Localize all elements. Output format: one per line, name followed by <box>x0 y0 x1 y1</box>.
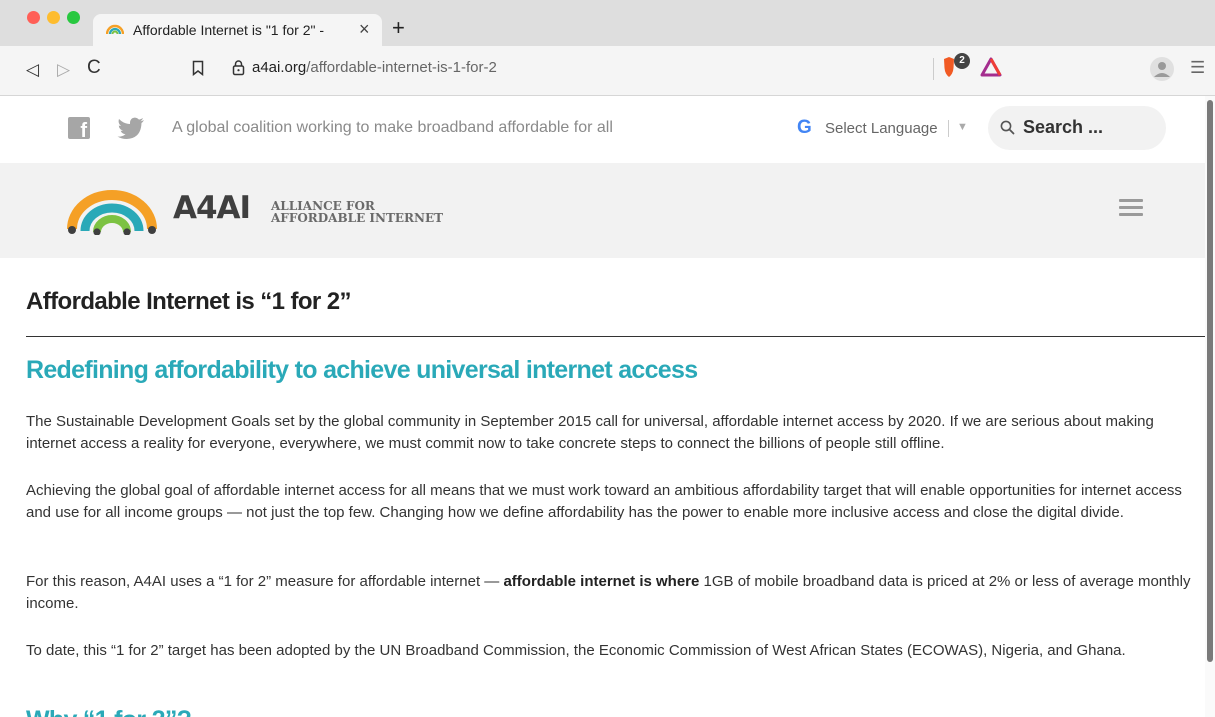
google-translate-icon: G <box>797 117 812 138</box>
language-divider <box>948 120 949 137</box>
facebook-icon[interactable]: f <box>68 117 90 141</box>
paragraph-1: The Sustainable Development Goals set by… <box>26 413 1154 452</box>
page-title: Affordable Internet is “1 for 2” <box>26 288 351 315</box>
site-search-box[interactable]: Search ... <box>988 106 1166 150</box>
minimize-window-button[interactable] <box>47 11 60 24</box>
browser-tab-bar: Affordable Internet is "1 for 2" - × + <box>0 0 1215 46</box>
person-icon <box>1154 62 1170 77</box>
browser-menu-icon[interactable]: ☰ <box>1190 59 1205 77</box>
lock-icon[interactable] <box>232 59 245 76</box>
paragraph-3-text-a: For this reason, A4AI uses a “1 for 2” m… <box>26 573 504 590</box>
logo-subtitle-line-2: AFFORDABLE INTERNET <box>271 211 444 225</box>
hamburger-menu-icon[interactable] <box>1119 199 1143 217</box>
paragraph-3-bold: affordable internet is where <box>503 573 700 590</box>
a4ai-favicon-icon <box>106 24 124 35</box>
scrollbar-thumb[interactable] <box>1207 100 1213 662</box>
site-top-bar: f A global coalition working to make bro… <box>0 96 1205 163</box>
browser-tab[interactable]: Affordable Internet is "1 for 2" - × <box>93 14 382 46</box>
reload-button[interactable]: C <box>87 58 101 78</box>
site-header: A4AI ALLIANCE FOR AFFORDABLE INTERNET <box>0 163 1205 258</box>
maximize-window-button[interactable] <box>67 11 80 24</box>
forward-button[interactable]: ▷ <box>57 60 70 80</box>
search-input[interactable]: Search ... <box>1023 117 1103 138</box>
dropdown-arrow-icon[interactable]: ▼ <box>957 121 968 133</box>
address-divider <box>933 58 934 80</box>
page-viewport: f A global coalition working to make bro… <box>0 96 1215 717</box>
logo-wordmark[interactable]: A4AI <box>173 190 251 226</box>
profile-avatar[interactable] <box>1150 57 1174 81</box>
paragraph-2: Achieving the global goal of affordable … <box>26 482 1182 521</box>
tab-title: Affordable Internet is "1 for 2" - <box>133 22 325 38</box>
search-icon <box>1000 120 1015 135</box>
brave-shield-count-badge: 2 <box>954 53 970 69</box>
tab-close-icon[interactable]: × <box>359 19 370 39</box>
site-tagline: A global coalition working to make broad… <box>172 119 613 136</box>
logo-subtitle: ALLIANCE FOR AFFORDABLE INTERNET <box>271 200 443 224</box>
url-domain: a4ai.org <box>252 59 307 76</box>
brave-rewards-icon[interactable] <box>980 57 1002 77</box>
paragraph-4: To date, this “1 for 2” target has been … <box>26 642 1126 659</box>
twitter-icon[interactable] <box>117 117 145 139</box>
url-field[interactable]: a4ai.org/affordable-internet-is-1-for-2 <box>252 59 497 76</box>
bookmark-icon[interactable] <box>192 60 204 76</box>
paragraph-3: For this reason, A4AI uses a “1 for 2” m… <box>26 571 1196 615</box>
back-button[interactable]: ◁ <box>26 60 39 80</box>
new-tab-button[interactable]: + <box>392 17 405 39</box>
close-window-button[interactable] <box>27 11 40 24</box>
section-heading-2: Why “1 for 2”? <box>26 706 192 717</box>
select-language-dropdown[interactable]: Select Language <box>825 120 938 137</box>
address-toolbar: ◁ ▷ C a4ai.org/affordable-internet-is-1-… <box>0 46 1215 96</box>
section-heading: Redefining affordability to achieve univ… <box>26 356 698 384</box>
a4ai-logo-icon[interactable] <box>66 185 158 235</box>
page-scrollbar[interactable] <box>1205 96 1215 717</box>
url-path: /affordable-internet-is-1-for-2 <box>306 59 497 76</box>
title-divider <box>26 336 1206 337</box>
